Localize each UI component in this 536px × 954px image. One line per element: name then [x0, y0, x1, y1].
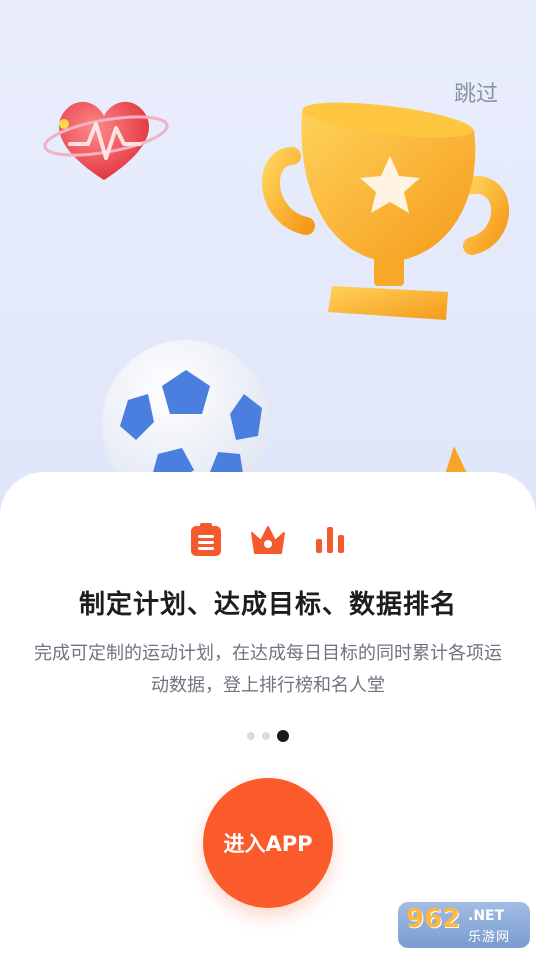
soccer-ball-icon [98, 336, 278, 508]
bar-chart-icon [312, 522, 348, 558]
clipboard-icon [188, 522, 224, 558]
watermark-domain: .NET [468, 908, 505, 924]
page-indicator [0, 730, 536, 742]
trophy-icon [262, 86, 512, 340]
watermark-logo: 962 .NET 乐游网 [398, 902, 530, 948]
intro-card: 制定计划、达成目标、数据排名 完成可定制的运动计划，在达成每日目标的同时累计各项… [0, 472, 536, 954]
skip-button[interactable]: 跳过 [454, 76, 498, 108]
watermark-text: 乐游网 [468, 930, 511, 945]
watermark-number: 962 [406, 904, 461, 934]
page-description: 完成可定制的运动计划，在达成每日目标的同时累计各项运动数据，登上排行榜和名人堂 [34, 643, 502, 696]
hero-illustration: 跳过 [0, 0, 536, 520]
heart-rate-icon [40, 88, 170, 192]
page-dot-1 [247, 732, 255, 740]
page-title: 制定计划、达成目标、数据排名 [78, 590, 457, 620]
crown-icon [250, 522, 286, 558]
page-dot-3-active [277, 730, 289, 742]
feature-icons [0, 522, 536, 558]
enter-app-button[interactable]: 进入APP [203, 778, 333, 908]
page-dot-2 [262, 732, 270, 740]
